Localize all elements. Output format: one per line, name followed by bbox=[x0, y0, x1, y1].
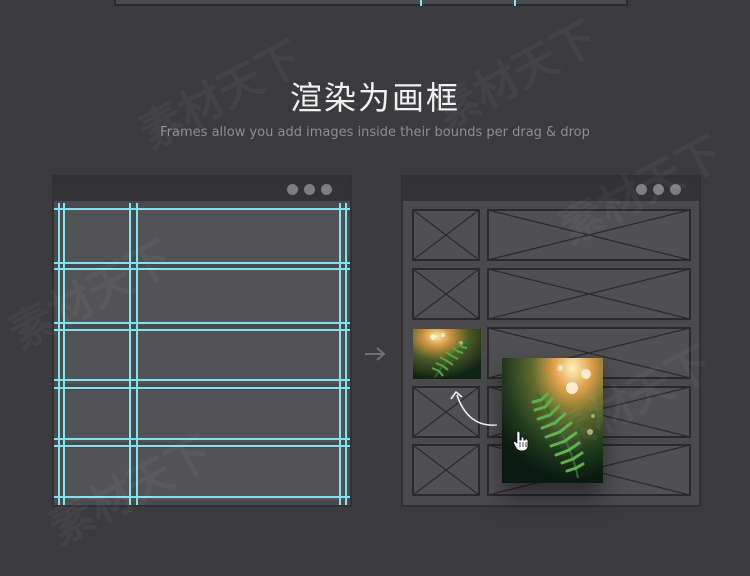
fern-photo bbox=[502, 358, 603, 483]
window-dot-icon[interactable] bbox=[321, 184, 332, 195]
image-frame[interactable] bbox=[412, 444, 480, 496]
horizontal-guide[interactable] bbox=[54, 322, 350, 324]
section-subtitle: Frames allow you add images inside their… bbox=[160, 125, 590, 140]
vertical-guide[interactable] bbox=[136, 203, 138, 505]
layout-cell bbox=[138, 390, 344, 442]
horizontal-guide[interactable] bbox=[54, 438, 350, 440]
window-dot-icon[interactable] bbox=[304, 184, 315, 195]
horizontal-guide[interactable] bbox=[54, 387, 350, 389]
layout-guides-window bbox=[52, 175, 352, 507]
layout-cell bbox=[62, 269, 132, 324]
promo-canvas: 渲染为画框 Frames allow you add images inside… bbox=[0, 0, 750, 576]
window-titlebar bbox=[54, 177, 350, 201]
layout-cell bbox=[62, 208, 132, 263]
image-frame[interactable] bbox=[487, 268, 691, 320]
right-arrow-icon bbox=[365, 347, 386, 361]
fern-photo bbox=[413, 329, 481, 379]
dragged-fern-image[interactable] bbox=[502, 358, 603, 483]
horizontal-guide[interactable] bbox=[54, 496, 350, 498]
horizontal-guide[interactable] bbox=[54, 208, 350, 210]
image-frame[interactable] bbox=[412, 268, 480, 320]
vertical-guide[interactable] bbox=[58, 203, 60, 505]
layout-cell bbox=[138, 330, 344, 384]
image-frame[interactable] bbox=[487, 209, 691, 261]
vertical-guide[interactable] bbox=[345, 203, 347, 505]
placed-fern-image[interactable] bbox=[413, 329, 481, 379]
layout-cell bbox=[62, 390, 132, 442]
guide-tick bbox=[514, 0, 516, 6]
layout-cell bbox=[62, 330, 132, 384]
vertical-guide[interactable] bbox=[129, 203, 131, 505]
image-frame[interactable] bbox=[412, 209, 480, 261]
vertical-guide[interactable] bbox=[63, 203, 65, 505]
layout-cell bbox=[138, 448, 344, 500]
section-title: 渲染为画框 bbox=[289, 79, 460, 117]
hand-cursor-icon bbox=[512, 430, 529, 452]
watermark-text: 素材天下 bbox=[426, 12, 605, 140]
horizontal-guide[interactable] bbox=[54, 268, 350, 270]
vertical-guide[interactable] bbox=[339, 203, 341, 505]
horizontal-guide[interactable] bbox=[54, 379, 350, 381]
drag-path-arrow-icon bbox=[450, 390, 498, 426]
horizontal-guide[interactable] bbox=[54, 445, 350, 447]
layout-cell bbox=[138, 208, 344, 263]
layout-cell bbox=[62, 448, 132, 500]
horizontal-guide[interactable] bbox=[54, 262, 350, 264]
horizontal-guide[interactable] bbox=[54, 329, 350, 331]
top-window-edge bbox=[114, 0, 628, 6]
window-dot-icon[interactable] bbox=[287, 184, 298, 195]
guide-tick bbox=[420, 0, 422, 6]
layout-cell bbox=[138, 269, 344, 324]
